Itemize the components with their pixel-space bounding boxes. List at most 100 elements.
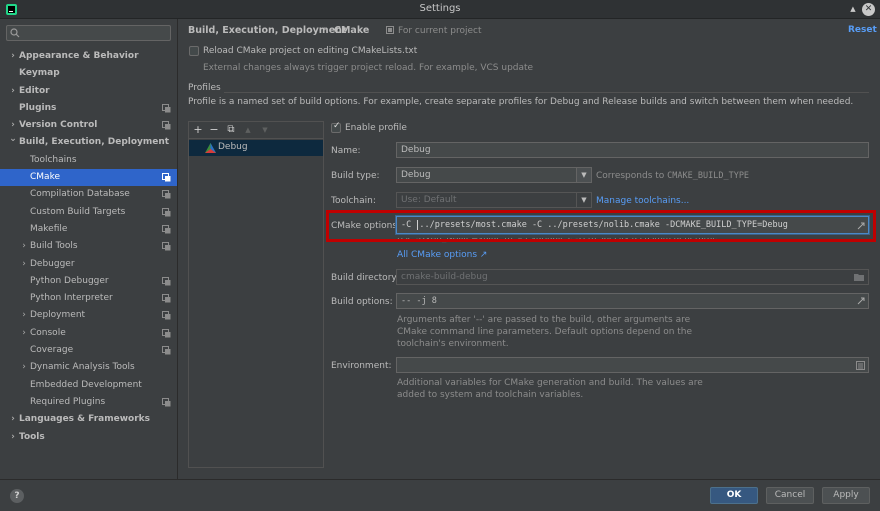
close-icon[interactable]: ✕ (862, 3, 875, 16)
sidebar-item[interactable]: › Console (0, 325, 177, 342)
scope-label: For current project (398, 26, 482, 36)
reload-note: External changes always trigger project … (203, 63, 534, 73)
reload-checkbox-label: Reload CMake project on editing CMakeLis… (203, 46, 418, 56)
enable-profile-label: Enable profile (345, 123, 407, 133)
sidebar-item-label: Python Interpreter (30, 293, 113, 304)
sidebar-item-label: Compilation Database (30, 189, 130, 200)
chevron-down-icon: ▼ (576, 168, 591, 182)
project-scope-icon (386, 26, 394, 34)
apply-button[interactable]: Apply (822, 487, 870, 504)
cancel-button[interactable]: Cancel (766, 487, 814, 504)
profiles-list-panel: + − ⧉ ▲ ▼ Debug (188, 121, 324, 468)
chevron-right-icon[interactable]: › (9, 48, 17, 65)
reset-button[interactable]: Reset (848, 25, 877, 35)
sidebar-item[interactable]: Toolchains (0, 152, 177, 169)
chevron-right-icon[interactable]: › (20, 307, 28, 324)
build-options-note-1: Arguments after '--' are passed to the b… (397, 315, 691, 325)
chevron-right-icon[interactable]: › (20, 325, 28, 342)
sidebar-item[interactable]: Embedded Development (0, 377, 177, 394)
build-options-value: -- -j 8 (401, 296, 437, 306)
chevron-down-icon: ▼ (576, 193, 591, 207)
sidebar-item-label: Tools (19, 431, 45, 442)
manage-toolchains-link[interactable]: Manage toolchains... (596, 196, 689, 206)
sidebar-item-label: Deployment (30, 310, 86, 321)
sidebar-item-label: Embedded Development (30, 379, 142, 390)
environment-note-1: Additional variables for CMake generatio… (397, 378, 703, 388)
sidebar-item[interactable]: Python Debugger (0, 273, 177, 290)
project-level-icon (162, 328, 171, 338)
project-level-icon (162, 224, 171, 234)
reload-checkbox[interactable] (189, 46, 199, 56)
sidebar-item[interactable]: Python Interpreter (0, 290, 177, 307)
sidebar-item-label: Makefile (30, 223, 68, 234)
search-input[interactable] (6, 25, 171, 41)
chevron-right-icon[interactable]: › (9, 83, 17, 100)
sidebar-item[interactable]: › Appearance & Behavior (0, 48, 177, 65)
project-level-icon (162, 207, 171, 217)
sidebar-item[interactable]: Custom Build Targets (0, 204, 177, 221)
sidebar-item[interactable]: › Editor (0, 83, 177, 100)
move-up-button[interactable]: ▲ (242, 123, 254, 137)
expand-icon[interactable] (857, 297, 865, 305)
chevron-right-icon[interactable]: › (9, 411, 17, 428)
folder-icon[interactable] (854, 273, 864, 281)
sidebar-item-label: Required Plugins (30, 396, 106, 407)
help-button[interactable]: ? (10, 489, 24, 503)
sidebar-item[interactable]: Keymap (0, 65, 177, 82)
all-cmake-options-link[interactable]: All CMake options ↗ (397, 250, 487, 260)
project-level-icon (162, 121, 171, 130)
sidebar-item[interactable]: › Build Tools (0, 238, 177, 255)
edit-environment-icon[interactable] (856, 361, 865, 370)
build-type-hint-prefix: Corresponds to (596, 171, 665, 181)
window-title: Settings (419, 3, 461, 14)
move-down-button[interactable]: ▼ (259, 123, 271, 137)
maximize-icon[interactable]: ▲ (846, 2, 860, 16)
sidebar-item-label: Custom Build Targets (30, 206, 126, 217)
sidebar-item[interactable]: ⌄ Build, Execution, Deployment (0, 134, 177, 151)
sidebar-item[interactable]: Required Plugins (0, 394, 177, 411)
sidebar-item[interactable]: › Tools (0, 429, 177, 446)
chevron-right-icon[interactable]: › (20, 359, 28, 376)
sidebar-item[interactable]: › Languages & Frameworks (0, 411, 177, 428)
toolchain-select[interactable]: Use: Default ▼ (396, 192, 592, 208)
sidebar-item-label: Keymap (19, 68, 60, 79)
project-level-icon (162, 294, 171, 303)
sidebar-item[interactable]: › Version Control (0, 117, 177, 134)
ok-button[interactable]: OK (710, 487, 758, 504)
build-options-field[interactable]: -- -j 8 (396, 293, 869, 309)
build-type-select[interactable]: Debug ▼ (396, 167, 592, 183)
sidebar-item-label: Debugger (30, 258, 75, 269)
chevron-right-icon[interactable]: › (9, 429, 17, 446)
profile-list-item[interactable]: Debug (189, 140, 323, 156)
name-field[interactable]: Debug (396, 142, 869, 158)
title-bar: Settings ▲ ✕ (0, 0, 880, 19)
project-level-icon (162, 103, 171, 113)
sidebar-item[interactable]: CMake (0, 169, 177, 187)
sidebar-item[interactable]: Makefile (0, 221, 177, 238)
sidebar-item[interactable]: Compilation Database (0, 186, 177, 203)
chevron-down-icon[interactable]: ⌄ (9, 131, 17, 148)
sidebar-item-label: Appearance & Behavior (19, 51, 139, 61)
sidebar-item[interactable]: Plugins (0, 100, 177, 117)
breadcrumb-separator: › (323, 24, 327, 35)
chevron-right-icon[interactable]: › (20, 256, 28, 273)
sidebar-item[interactable]: › Debugger (0, 256, 177, 273)
build-directory-field[interactable]: cmake-build-debug (396, 269, 869, 285)
enable-profile-checkbox[interactable] (331, 121, 341, 133)
sidebar-item[interactable]: › Dynamic Analysis Tools (0, 359, 177, 376)
add-profile-button[interactable]: + (192, 123, 204, 137)
remove-profile-button[interactable]: − (208, 123, 220, 137)
sidebar-item[interactable]: Coverage (0, 342, 177, 359)
environment-field[interactable] (396, 357, 869, 373)
chevron-right-icon[interactable]: › (20, 238, 28, 255)
sidebar-item-label: Console (30, 327, 66, 338)
copy-profile-button[interactable]: ⧉ (225, 123, 237, 137)
toolchain-label: Toolchain: (331, 196, 376, 206)
project-level-icon (162, 173, 171, 182)
toolchain-value: Use: Default (401, 195, 457, 205)
project-level-icon (162, 276, 171, 286)
profiles-divider (224, 92, 869, 93)
profiles-description: Profile is a named set of build options.… (188, 97, 854, 107)
cmake-icon (205, 143, 216, 153)
sidebar-item[interactable]: › Deployment (0, 307, 177, 324)
